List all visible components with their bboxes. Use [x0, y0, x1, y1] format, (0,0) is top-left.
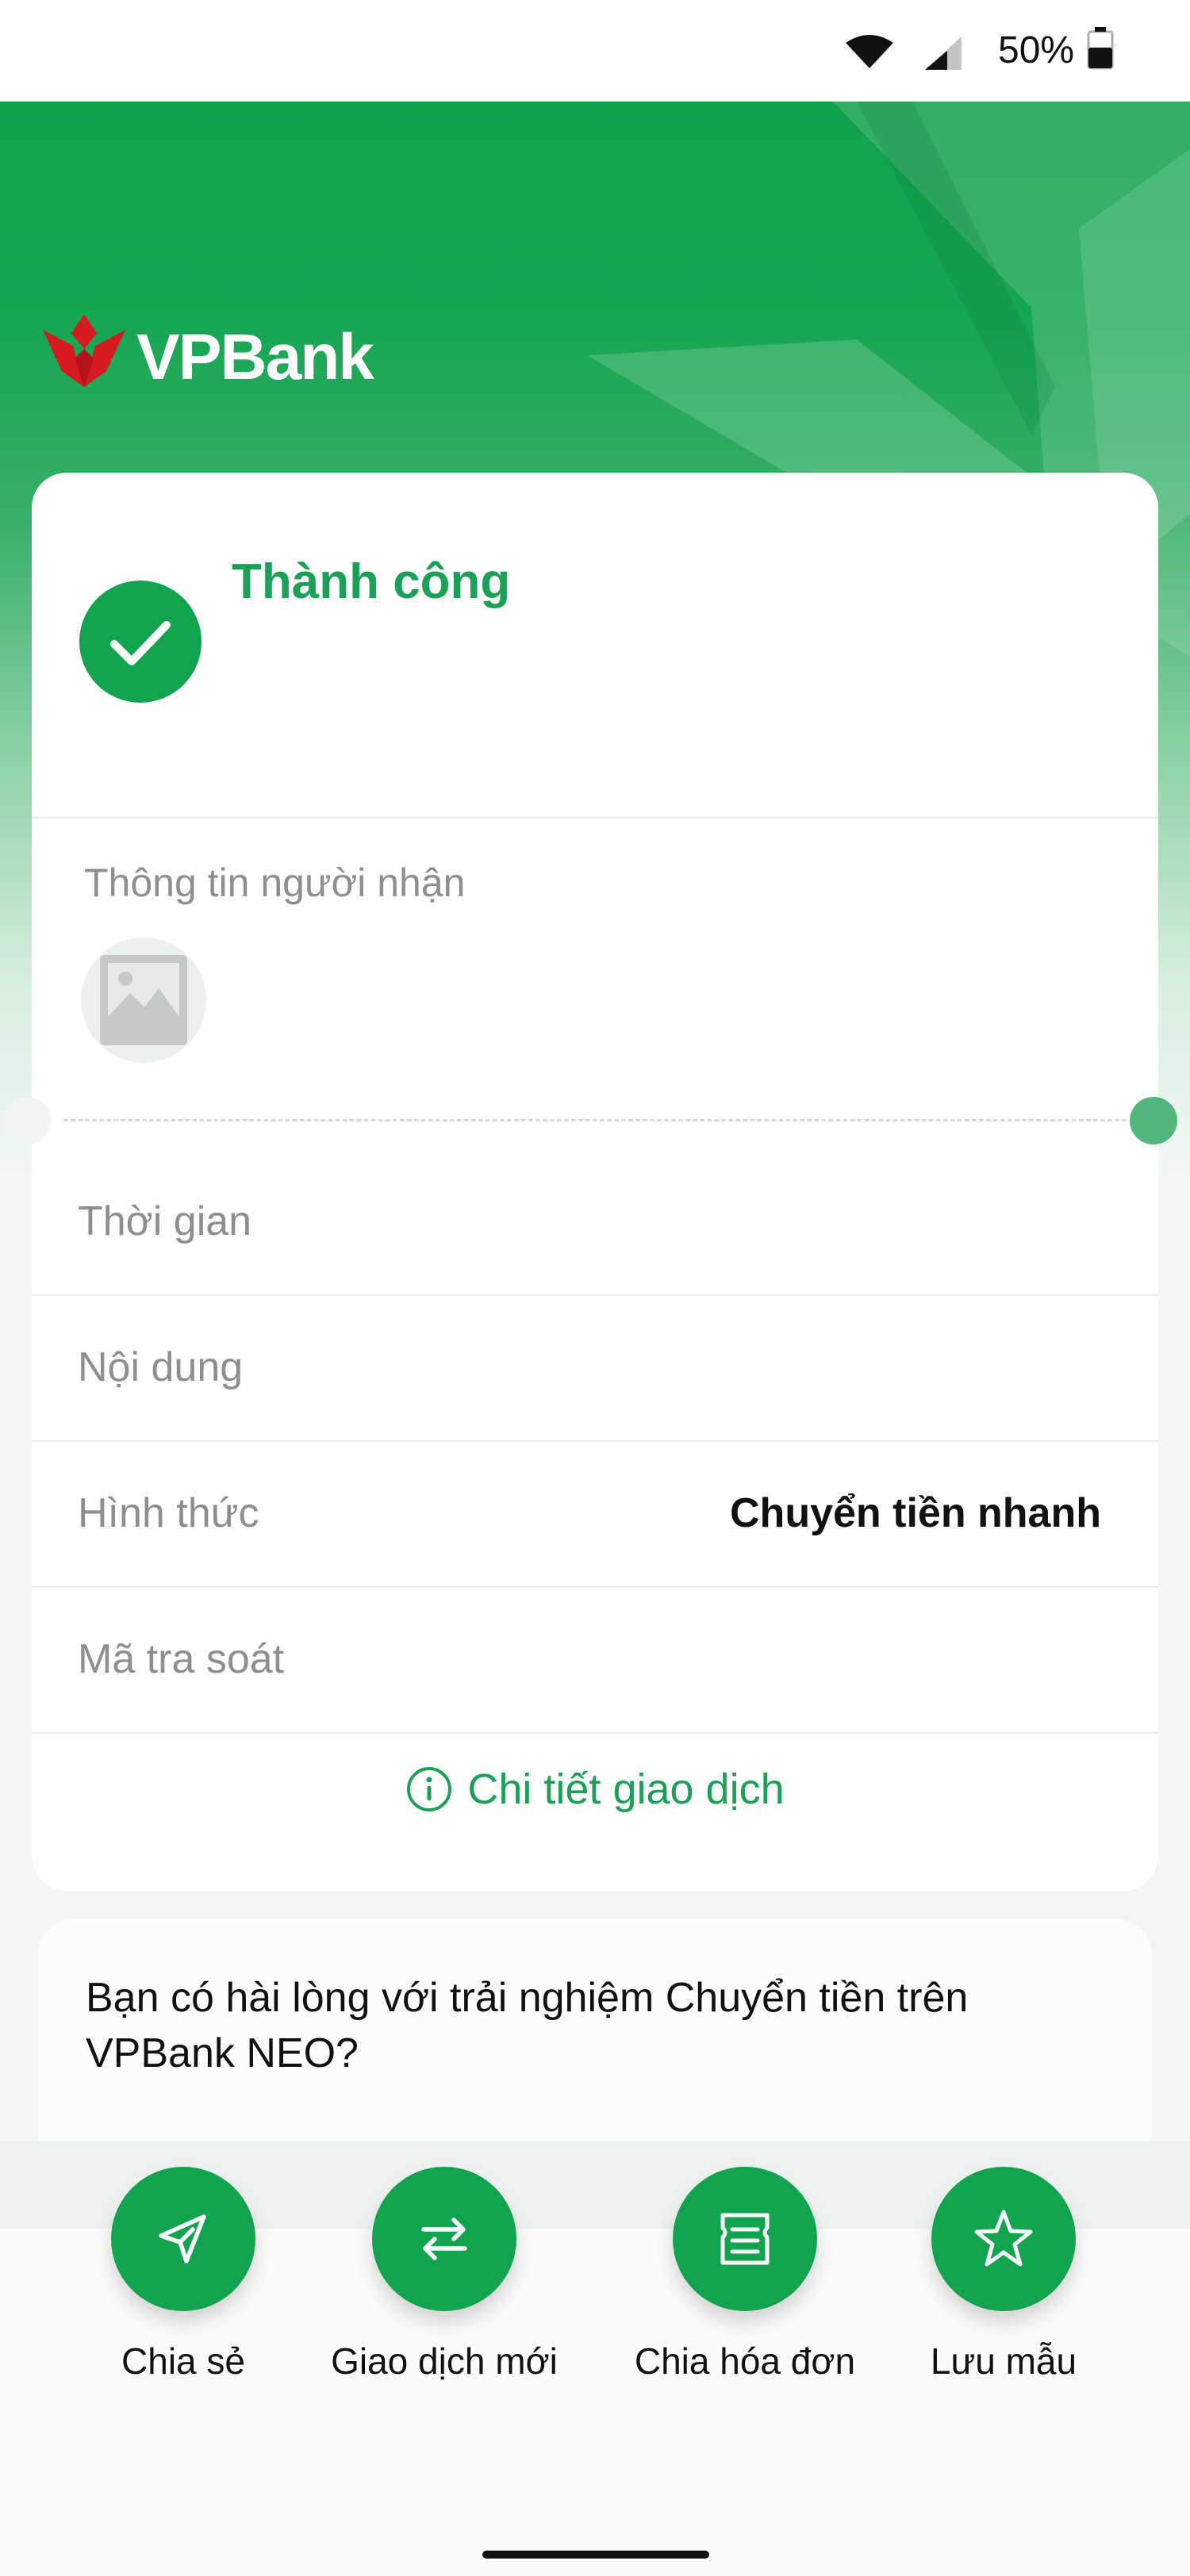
detail-row-content: Nội dung: [32, 1294, 1158, 1440]
cell-signal-icon: [925, 36, 962, 70]
vpbank-logo-mark: [43, 314, 125, 387]
new-transaction-button[interactable]: [372, 2167, 516, 2311]
battery-percent: 50%: [998, 29, 1075, 71]
info-icon: [407, 1767, 452, 1811]
transaction-result-card: Thành công Thông tin người nhận Thời gia…: [3, 473, 1177, 1891]
save-template-button[interactable]: [931, 2167, 1076, 2311]
image-placeholder-icon: [100, 955, 187, 1045]
action-bar: Chia sẻ Giao dịch mới Chia hóa đơn Lưu m…: [0, 2141, 1190, 2576]
detail-row-label: Mã tra soát: [78, 1636, 285, 1682]
detail-row-label: Hình thức: [78, 1490, 259, 1536]
transaction-details-link[interactable]: Chi tiết giao dịch: [32, 1734, 1158, 1845]
detail-row-label: Nội dung: [78, 1344, 244, 1390]
share-label: Chia sẻ: [121, 2340, 245, 2382]
swap-arrows-icon: [421, 2218, 467, 2260]
save-template-action[interactable]: Lưu mẫu: [873, 2167, 1134, 2382]
detail-row-label: Thời gian: [78, 1198, 252, 1244]
feedback-question: Bạn có hài lòng với trải nghiệm Chuyển t…: [86, 1975, 969, 2076]
save-template-label: Lưu mẫu: [930, 2340, 1077, 2382]
share-button[interactable]: [111, 2167, 255, 2311]
check-icon: [110, 621, 171, 665]
share-action[interactable]: Chia sẻ: [52, 2167, 314, 2382]
split-bill-button[interactable]: [673, 2167, 817, 2311]
detail-row-method: Hình thức Chuyển tiền nhanh: [32, 1440, 1158, 1586]
battery-icon: [1087, 27, 1114, 70]
detail-row-time: Thời gian: [32, 1148, 1158, 1294]
result-title: Thành công: [232, 554, 511, 609]
home-indicator[interactable]: [482, 2551, 709, 2559]
wifi-icon: [846, 35, 893, 68]
ticket-notch-right: [1130, 1097, 1177, 1144]
new-transaction-action[interactable]: Giao dịch mới: [313, 2167, 575, 2382]
detail-row-value: Chuyển tiền nhanh: [730, 1490, 1101, 1536]
dashed-separator: [63, 1119, 1127, 1121]
recipient-avatar: [81, 937, 206, 1063]
split-bill-label: Chia hóa đơn: [634, 2340, 856, 2382]
send-icon: [159, 2214, 206, 2264]
vpbank-logo: VPBank: [38, 314, 374, 397]
split-bill-action[interactable]: Chia hóa đơn: [614, 2167, 876, 2382]
star-icon: [974, 2210, 1033, 2267]
recipient-section-label: Thông tin người nhận: [84, 861, 466, 905]
split-bill-icon: [720, 2213, 770, 2265]
detail-row-trace-code: Mã tra soát: [32, 1586, 1158, 1732]
feedback-card[interactable]: Bạn có hài lòng với trải nghiệm Chuyển t…: [38, 1919, 1152, 2141]
divider: [32, 817, 1158, 818]
logo-text: VPBank: [136, 321, 374, 393]
success-badge: [79, 581, 202, 703]
new-transaction-label: Giao dịch mới: [331, 2340, 558, 2382]
transaction-details-label: Chi tiết giao dịch: [467, 1765, 785, 1813]
status-bar: 50%: [0, 0, 1190, 102]
ticket-notch-left: [3, 1097, 51, 1144]
